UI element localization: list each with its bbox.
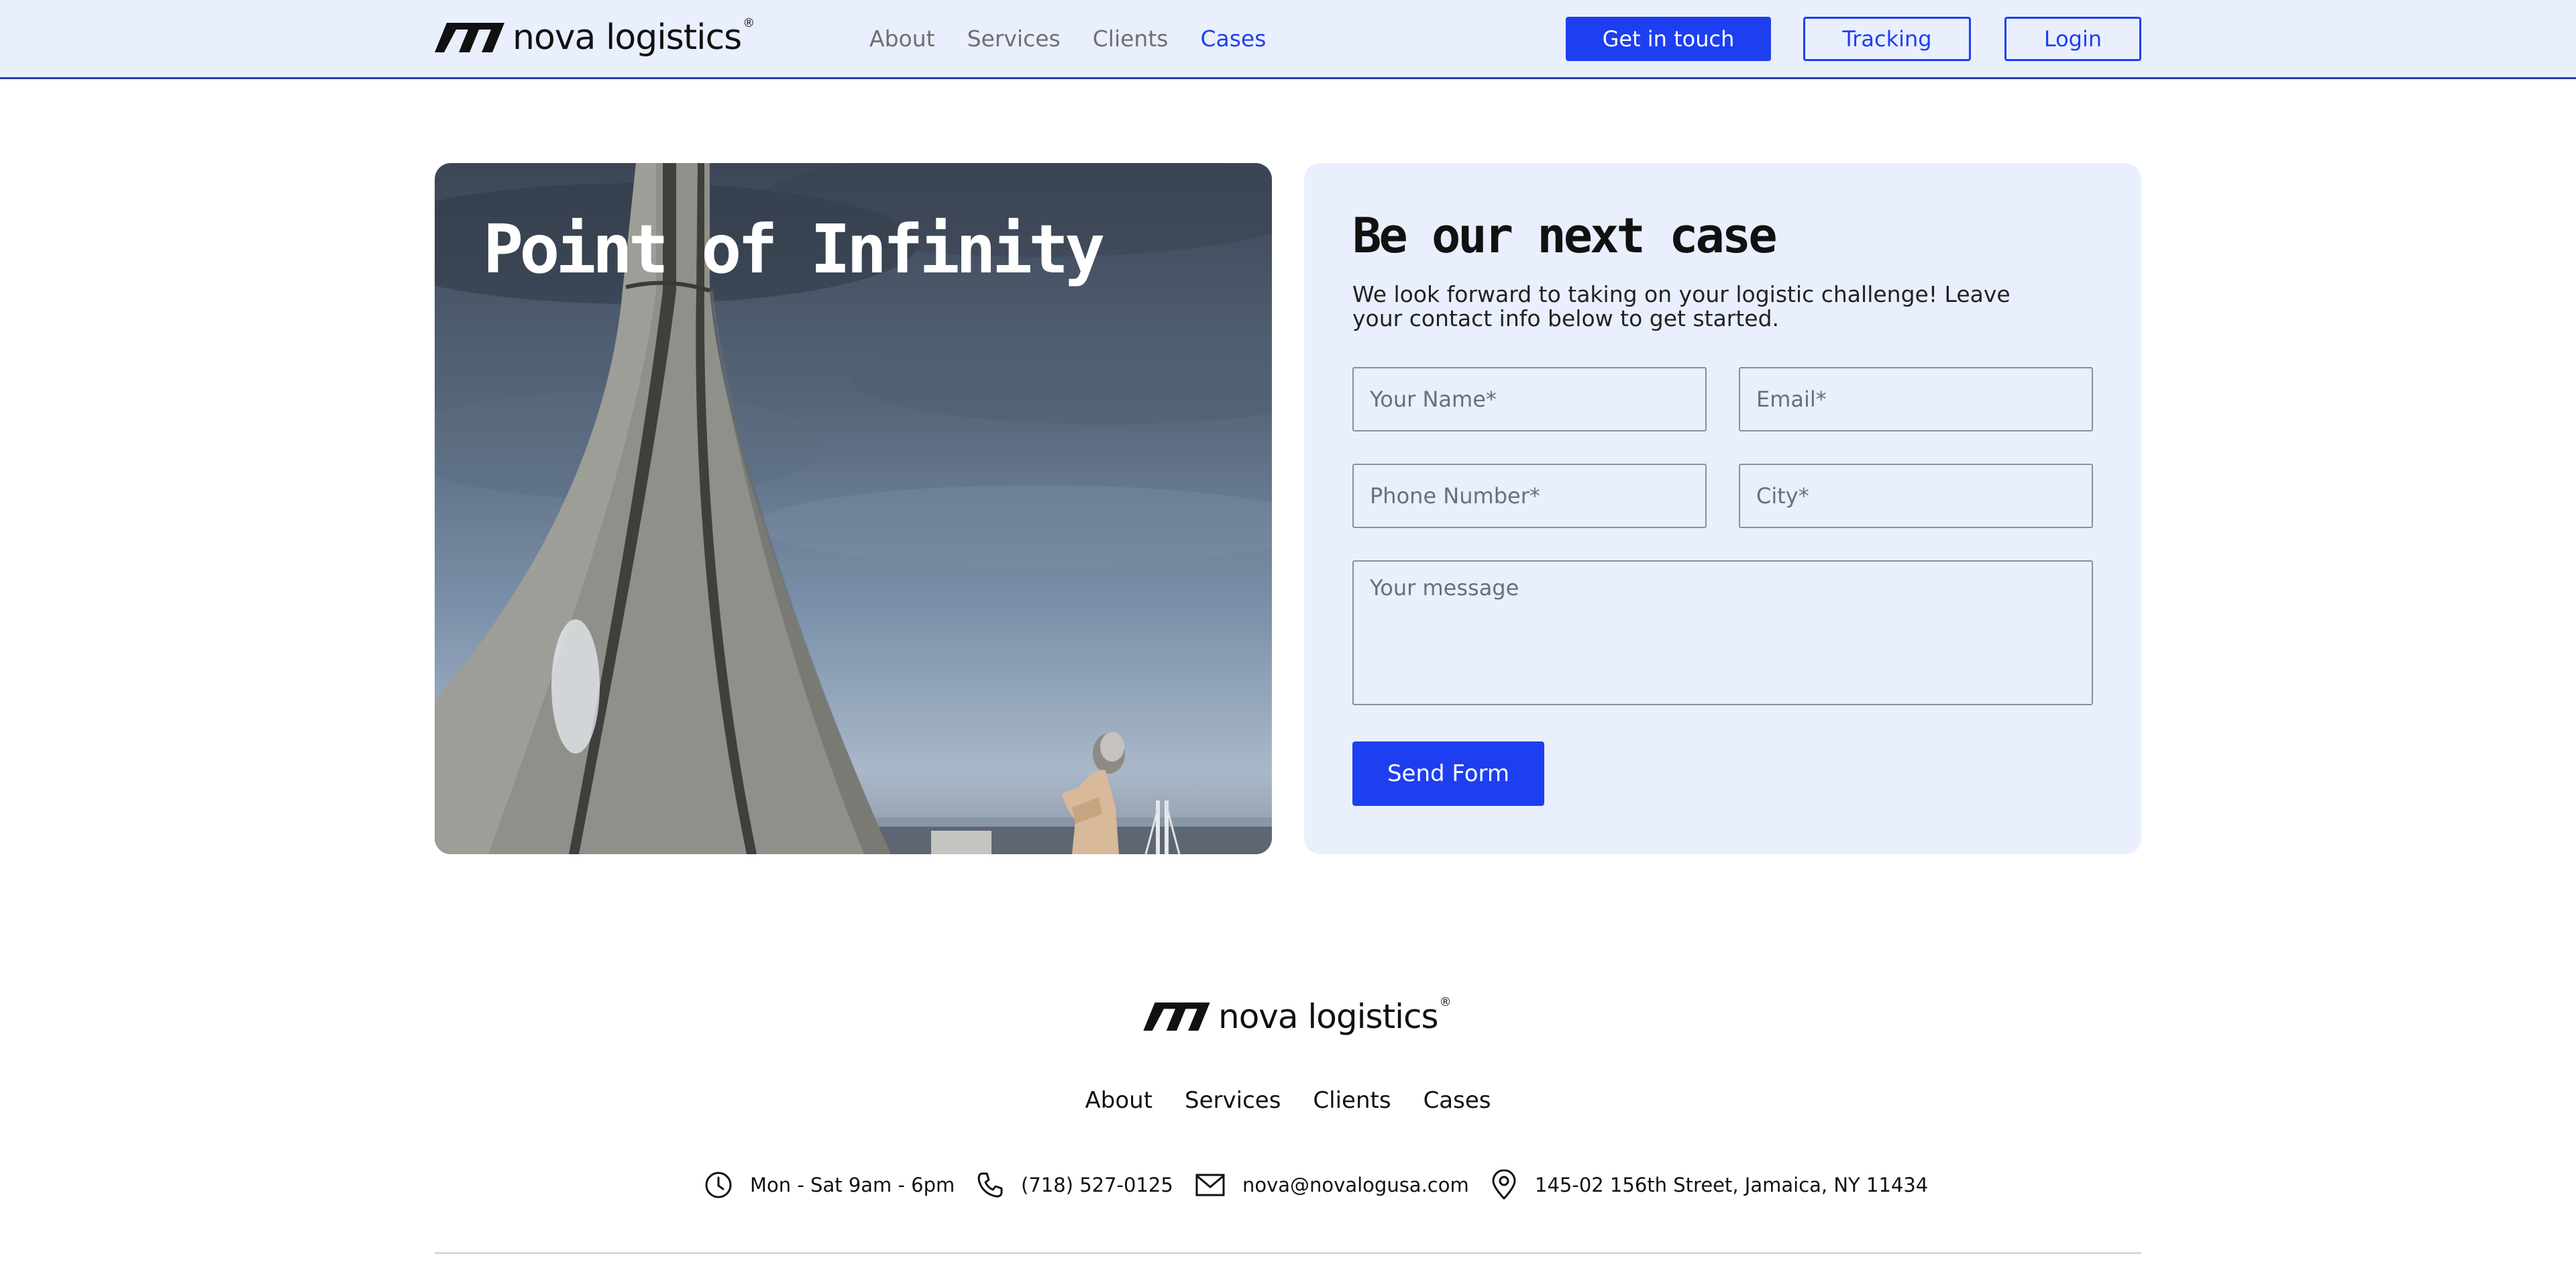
footer-nav-cases[interactable]: Cases bbox=[1424, 1087, 1491, 1114]
nav-clients[interactable]: Clients bbox=[1093, 24, 1169, 54]
form-subtitle: We look forward to taking on your logist… bbox=[1352, 281, 2010, 331]
footer-nav-about[interactable]: About bbox=[1085, 1087, 1153, 1114]
clock-icon bbox=[705, 1172, 732, 1198]
phone-icon bbox=[977, 1172, 1003, 1198]
footer-nav-clients[interactable]: Clients bbox=[1313, 1087, 1391, 1114]
tracking-button[interactable]: Tracking bbox=[1803, 17, 1971, 61]
footer-contact-row: Mon - Sat 9am - 6pm (718) 527-0125 nova@… bbox=[0, 1166, 2576, 1204]
nova-logo-mark-icon bbox=[435, 23, 504, 52]
email-input[interactable] bbox=[1739, 367, 2093, 431]
message-textarea[interactable] bbox=[1352, 560, 2093, 705]
nova-logo-mark-icon bbox=[1143, 1002, 1210, 1031]
contact-hours-text: Mon - Sat 9am - 6pm bbox=[750, 1174, 955, 1196]
contact-form-card: Be our next case We look forward to taki… bbox=[1304, 163, 2141, 854]
nav-about[interactable]: About bbox=[869, 24, 935, 54]
nav-cases[interactable]: Cases bbox=[1200, 24, 1266, 54]
mail-icon bbox=[1195, 1174, 1225, 1196]
phone-input[interactable] bbox=[1352, 464, 1707, 528]
footer-logo[interactable]: nova logistics ® bbox=[1143, 995, 1452, 1036]
site-header: nova logistics ® About Services Clients … bbox=[0, 0, 2576, 79]
nav-services[interactable]: Services bbox=[967, 24, 1061, 54]
contact-address[interactable]: 145-02 156th Street, Jamaica, NY 11434 bbox=[1491, 1166, 1928, 1204]
send-form-button[interactable]: Send Form bbox=[1352, 741, 1544, 806]
get-in-touch-button[interactable]: Get in touch bbox=[1566, 17, 1771, 61]
case-title: Point of Infinity bbox=[483, 210, 1105, 289]
contact-phone-text: (718) 527-0125 bbox=[1021, 1174, 1173, 1196]
footer-nav-services[interactable]: Services bbox=[1185, 1087, 1281, 1114]
contact-email-text: nova@novalogusa.com bbox=[1242, 1174, 1469, 1196]
brand-name: nova logistics bbox=[513, 17, 742, 58]
footer-divider bbox=[435, 1252, 2141, 1254]
contact-hours: Mon - Sat 9am - 6pm bbox=[704, 1166, 955, 1204]
form-title: Be our next case bbox=[1352, 207, 1778, 264]
login-button[interactable]: Login bbox=[2004, 17, 2141, 61]
footer-nav: About Services Clients Cases bbox=[0, 1087, 2576, 1114]
location-pin-icon bbox=[1492, 1170, 1516, 1200]
city-input[interactable] bbox=[1739, 464, 2093, 528]
brand-registered-mark: ® bbox=[743, 15, 755, 30]
contact-phone[interactable]: (718) 527-0125 bbox=[977, 1166, 1173, 1204]
contact-email[interactable]: nova@novalogusa.com bbox=[1195, 1166, 1469, 1204]
header-logo[interactable]: nova logistics ® bbox=[435, 16, 755, 58]
case-hero-card[interactable]: Point of Infinity bbox=[435, 163, 1272, 854]
footer-brand-registered-mark: ® bbox=[1439, 994, 1452, 1009]
contact-address-text: 145-02 156th Street, Jamaica, NY 11434 bbox=[1535, 1174, 1929, 1196]
main-nav: About Services Clients Cases bbox=[869, 24, 1266, 54]
name-input[interactable] bbox=[1352, 367, 1707, 431]
footer-brand-name: nova logistics bbox=[1218, 997, 1439, 1036]
